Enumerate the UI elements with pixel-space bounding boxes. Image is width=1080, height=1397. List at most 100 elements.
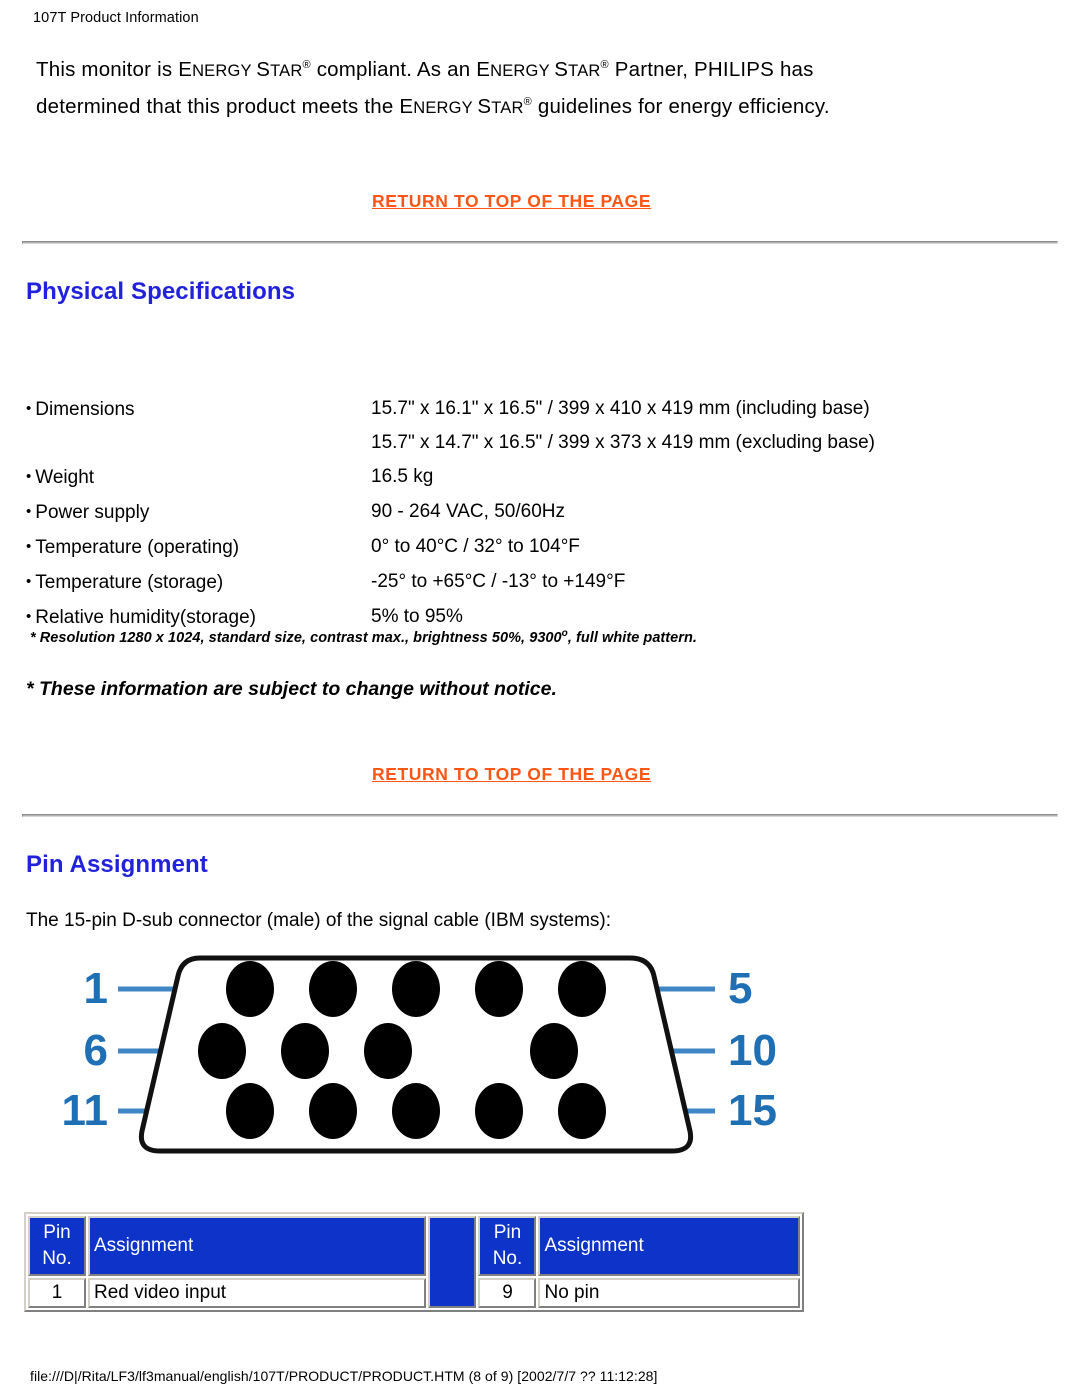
spec-label-text: Weight bbox=[35, 467, 95, 488]
pin-hole bbox=[392, 961, 440, 1017]
spec-label-text: Temperature (storage) bbox=[35, 572, 224, 593]
bullet-icon: • bbox=[26, 608, 32, 625]
spec-value-line: 16.5 kg bbox=[371, 466, 434, 487]
pin-hole bbox=[558, 1083, 606, 1139]
column-header-pin-no-left: Pin No. bbox=[28, 1216, 86, 1276]
spec-value-cell: 16.5 kg bbox=[371, 460, 1006, 495]
spec-value-cell: 90 - 264 VAC, 50/60Hz bbox=[371, 495, 1006, 530]
energy-cap-2: E bbox=[476, 58, 491, 81]
spec-value-line: 15.7" x 16.1" x 16.5" / 399 x 410 x 419 … bbox=[371, 398, 870, 419]
spec-value-cell: 0° to 40°C / 32° to 104°F bbox=[371, 530, 1006, 565]
as-cap: A bbox=[416, 58, 431, 81]
energy-cap-3: E bbox=[399, 95, 414, 118]
spec-value-cell: 15.7" x 16.1" x 16.5" / 399 x 410 x 419 … bbox=[371, 392, 1006, 460]
energy-rest-2: NERGY bbox=[490, 62, 555, 80]
dsub-connector-diagram: 1 6 11 5 10 15 bbox=[60, 946, 800, 1176]
pin-hole bbox=[392, 1083, 440, 1139]
spec-label-text: Power supply bbox=[35, 502, 150, 523]
footnote-resolution-text-b: , full white pattern. bbox=[567, 630, 697, 646]
spec-value-cell: -25° to +65°C / -13° to +149°F bbox=[371, 565, 1006, 600]
pin-no-line-1: Pin bbox=[493, 1222, 522, 1243]
spec-label-cell: • Power supply bbox=[26, 495, 371, 530]
pin-assignment-table: Pin No. Assignment Pin No. Assignment 1 … bbox=[24, 1212, 804, 1312]
pin-no-line-1: Pin bbox=[43, 1222, 71, 1243]
intro-text-4: determined that this product meets the bbox=[36, 95, 400, 118]
pin-table-header-row: Pin No. Assignment Pin No. Assignment bbox=[28, 1216, 800, 1308]
pin-hole bbox=[309, 1083, 357, 1139]
footnote-resolution-text-a: * Resolution 1280 x 1024, standard size,… bbox=[30, 630, 562, 646]
spec-label-cell: • Weight bbox=[26, 460, 371, 495]
intro-text-3: Partner, PHILIPS has bbox=[608, 58, 814, 81]
spec-value-line: 90 - 264 VAC, 50/60Hz bbox=[371, 501, 565, 522]
table-row: • Temperature (storage) -25° to +65°C / -… bbox=[26, 565, 1006, 600]
table-row: • Power supply 90 - 264 VAC, 50/60Hz bbox=[26, 495, 1006, 530]
star-rest-3: TAR bbox=[491, 99, 524, 117]
pin-table-body: Pin No. Assignment Pin No. Assignment 1 … bbox=[28, 1216, 800, 1308]
star-rest-1: TAR bbox=[270, 62, 303, 80]
pin-number-cell: 1 bbox=[28, 1278, 86, 1308]
pin-assignment-cell: No pin bbox=[538, 1278, 800, 1308]
bullet-icon: • bbox=[26, 573, 32, 590]
pin-no-line-2: No. bbox=[42, 1248, 72, 1269]
pin-hole bbox=[226, 961, 274, 1017]
horizontal-rule-1 bbox=[22, 241, 1058, 244]
pin-assignment-cell: Red video input bbox=[88, 1278, 427, 1308]
footnote-resolution: * Resolution 1280 x 1024, standard size,… bbox=[30, 629, 697, 646]
pin-label-6: 6 bbox=[84, 1026, 108, 1075]
star-cap-3: S bbox=[477, 95, 492, 118]
page-title-physical-specifications: Physical Specifications bbox=[26, 278, 296, 305]
pin-label-1: 1 bbox=[84, 964, 108, 1013]
table-row: 1 Red video input 9 No pin bbox=[28, 1278, 800, 1308]
pin-no-line-2: No. bbox=[492, 1248, 523, 1269]
pin-label-5: 5 bbox=[728, 964, 752, 1013]
star-cap-2: S bbox=[554, 58, 569, 81]
energy-rest-1: NERGY bbox=[192, 62, 257, 80]
pin-hole bbox=[198, 1023, 246, 1079]
column-header-pin-no-right: Pin No. bbox=[478, 1216, 537, 1276]
as-rest: s an bbox=[430, 58, 477, 81]
pin-hole bbox=[558, 961, 606, 1017]
pin-hole bbox=[475, 1083, 523, 1139]
pin-hole bbox=[364, 1023, 412, 1079]
column-header-assignment-right: Assignment bbox=[538, 1216, 800, 1276]
document-footer-path: file:///D|/Rita/LF3/lf3manual/english/10… bbox=[30, 1368, 658, 1384]
bullet-icon: • bbox=[26, 400, 32, 417]
table-row: • Dimensions 15.7" x 16.1" x 16.5" / 399 … bbox=[26, 392, 1006, 460]
intro-text-2: compliant. bbox=[310, 58, 417, 81]
return-to-top-link-1[interactable]: RETURN TO TOP OF THE PAGE bbox=[372, 191, 651, 212]
spec-value-line: 0° to 40°C / 32° to 104°F bbox=[371, 536, 580, 557]
footnote-change-notice: * These information are subject to chang… bbox=[26, 678, 557, 700]
spec-label-text: Dimensions bbox=[35, 399, 135, 420]
column-header-assignment-left: Assignment bbox=[88, 1216, 427, 1276]
star-rest-2: TAR bbox=[568, 62, 601, 80]
registered-mark-icon-3: ® bbox=[523, 96, 532, 109]
pin-hole bbox=[475, 961, 523, 1017]
dsub-connector-svg: 1 6 11 5 10 15 bbox=[61, 955, 777, 1154]
pin-assignment-intro-text: The 15-pin D-sub connector (male) of the… bbox=[26, 910, 612, 931]
spec-label-cell: • Temperature (storage) bbox=[26, 565, 371, 600]
pin-hole bbox=[530, 1023, 578, 1079]
bullet-icon: • bbox=[26, 538, 32, 555]
spec-value-line: 15.7" x 14.7" x 16.5" / 399 x 373 x 419 … bbox=[371, 432, 875, 453]
table-row: • Temperature (operating) 0° to 40°C / 32… bbox=[26, 530, 1006, 565]
spec-value-line: -25° to +65°C / -13° to +149°F bbox=[371, 571, 626, 592]
bullet-icon: • bbox=[26, 503, 32, 520]
registered-mark-icon-2: ® bbox=[600, 59, 609, 72]
bullet-icon: • bbox=[26, 468, 32, 485]
pin-number-cell: 9 bbox=[478, 1278, 537, 1308]
spec-label-cell: • Dimensions bbox=[26, 392, 371, 460]
physical-specifications-table: • Dimensions 15.7" x 16.1" x 16.5" / 399 … bbox=[26, 392, 1006, 635]
horizontal-rule-2 bbox=[22, 814, 1058, 817]
pin-hole bbox=[309, 961, 357, 1017]
spec-value-line: 5% to 95% bbox=[371, 606, 463, 627]
pin-hole bbox=[226, 1083, 274, 1139]
spec-table-body: • Dimensions 15.7" x 16.1" x 16.5" / 399 … bbox=[26, 392, 1006, 635]
intro-text-1: This monitor is bbox=[36, 58, 179, 81]
energy-rest-3: NERGY bbox=[413, 99, 478, 117]
return-to-top-link-2[interactable]: RETURN TO TOP OF THE PAGE bbox=[372, 764, 651, 785]
table-row: • Weight 16.5 kg bbox=[26, 460, 1006, 495]
spec-label-text: Relative humidity(storage) bbox=[35, 607, 256, 628]
intro-text-5: guidelines for energy efficiency. bbox=[531, 95, 830, 118]
intro-line-1: This monitor is ENERGY STAR® compliant. … bbox=[36, 58, 814, 81]
star-cap-1: S bbox=[256, 58, 271, 81]
